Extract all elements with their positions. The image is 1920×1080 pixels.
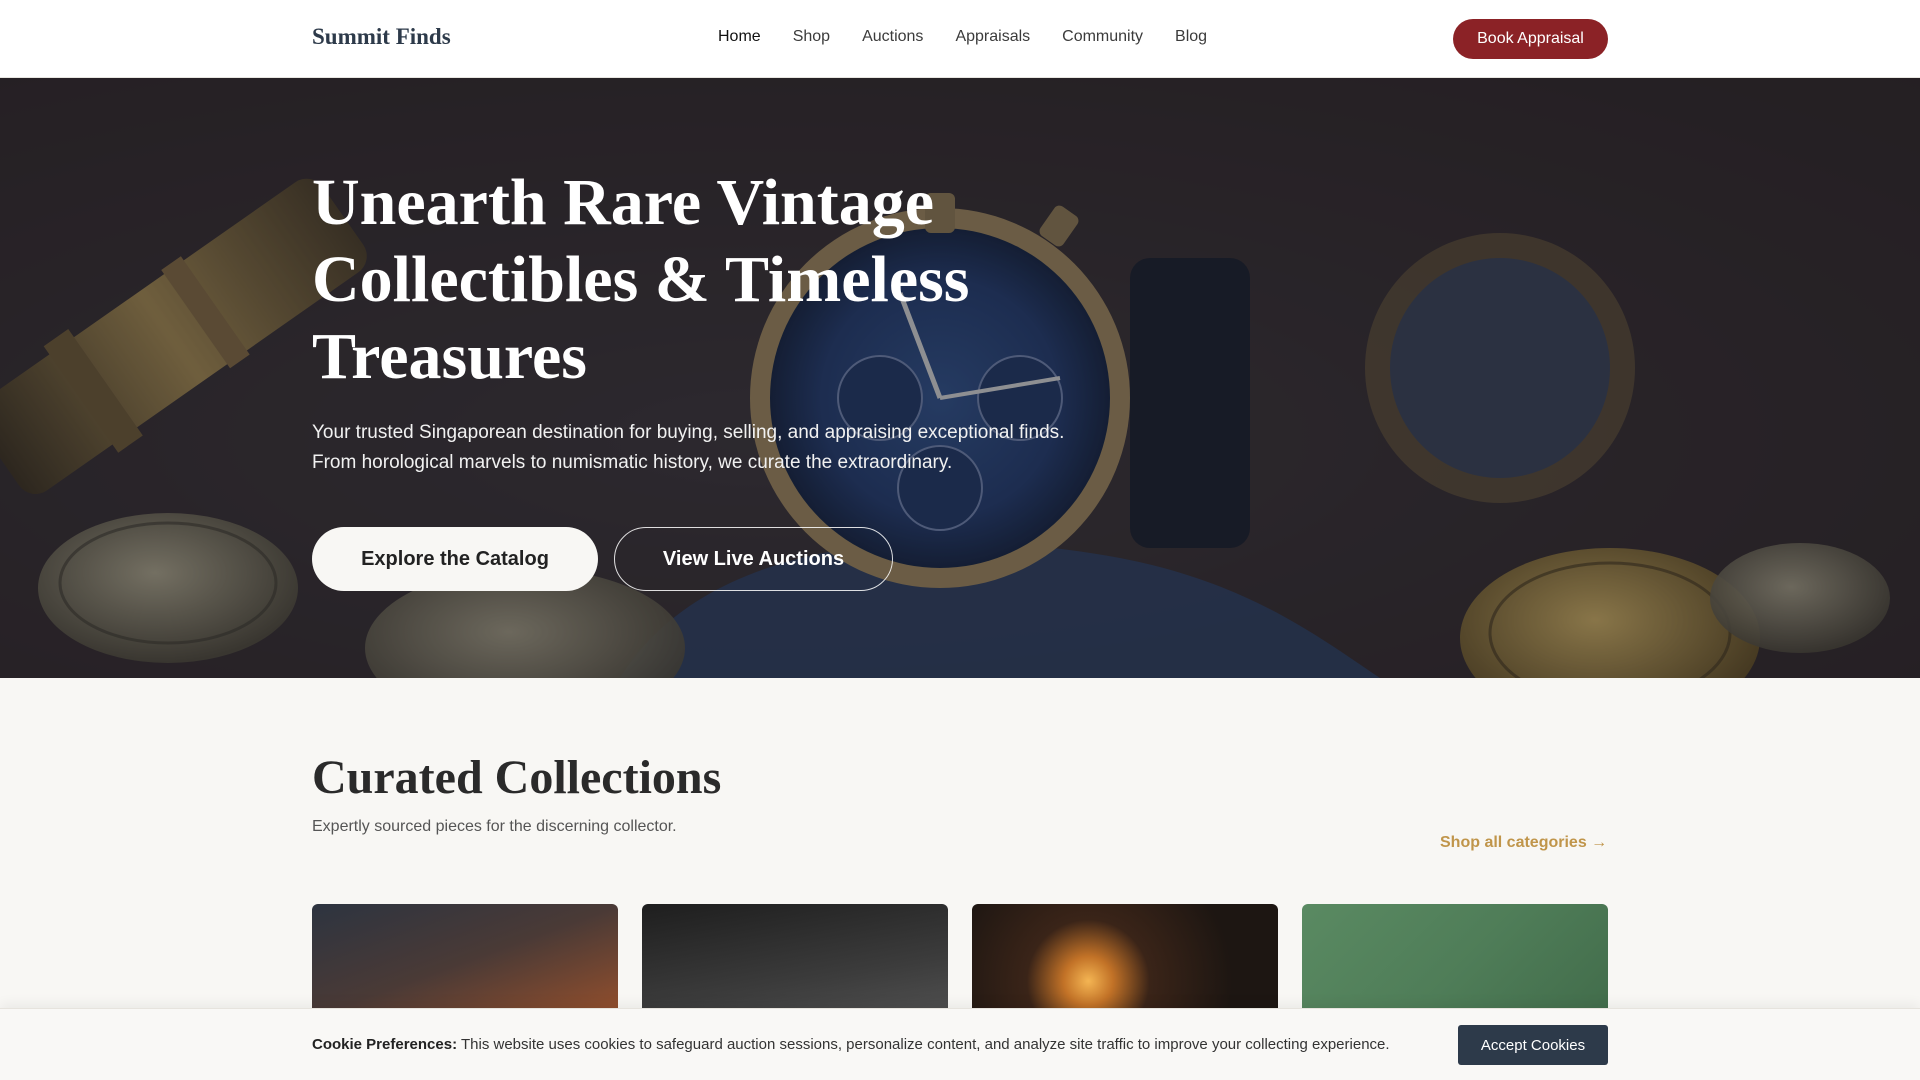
nav-link-community[interactable]: Community xyxy=(1062,28,1143,46)
hero-subtitle: Your trusted Singaporean destination for… xyxy=(312,422,1065,473)
cookie-text: This website uses cookies to safeguard a… xyxy=(460,1036,1390,1053)
nav-link-blog[interactable]: Blog xyxy=(1175,28,1207,46)
nav-link-appraisals[interactable]: Appraisals xyxy=(955,28,1030,46)
brand-logo[interactable]: Summit Finds xyxy=(312,24,451,50)
nav-link-shop[interactable]: Shop xyxy=(793,28,830,46)
collections-title: Curated Collections xyxy=(312,751,722,804)
book-appraisal-button[interactable]: Book Appraisal xyxy=(1453,19,1608,59)
hero-title: Unearth Rare Vintage Collectibles & Time… xyxy=(312,166,970,393)
nav-link-auctions[interactable]: Auctions xyxy=(862,28,923,46)
shop-all-categories-link[interactable]: Shop all categories → xyxy=(1440,834,1607,852)
accept-cookies-button[interactable]: Accept Cookies xyxy=(1458,1025,1608,1065)
hero-section: Unearth Rare Vintage Collectibles & Time… xyxy=(0,78,1920,678)
collections-subtitle: Expertly sourced pieces for the discerni… xyxy=(312,818,677,835)
cookie-message: Cookie Preferences: This website uses co… xyxy=(312,1036,1390,1053)
main-menu: Home Shop Auctions Appraisals Community … xyxy=(718,28,1207,46)
nav-link-home[interactable]: Home xyxy=(718,28,761,46)
cookie-label: Cookie Preferences: xyxy=(312,1036,458,1053)
top-navigation: Summit Finds Home Shop Auctions Appraisa… xyxy=(0,0,1920,78)
explore-catalog-button[interactable]: Explore the Catalog xyxy=(312,527,598,591)
view-live-auctions-button[interactable]: View Live Auctions xyxy=(614,527,893,591)
cookie-banner: Cookie Preferences: This website uses co… xyxy=(0,1008,1920,1080)
